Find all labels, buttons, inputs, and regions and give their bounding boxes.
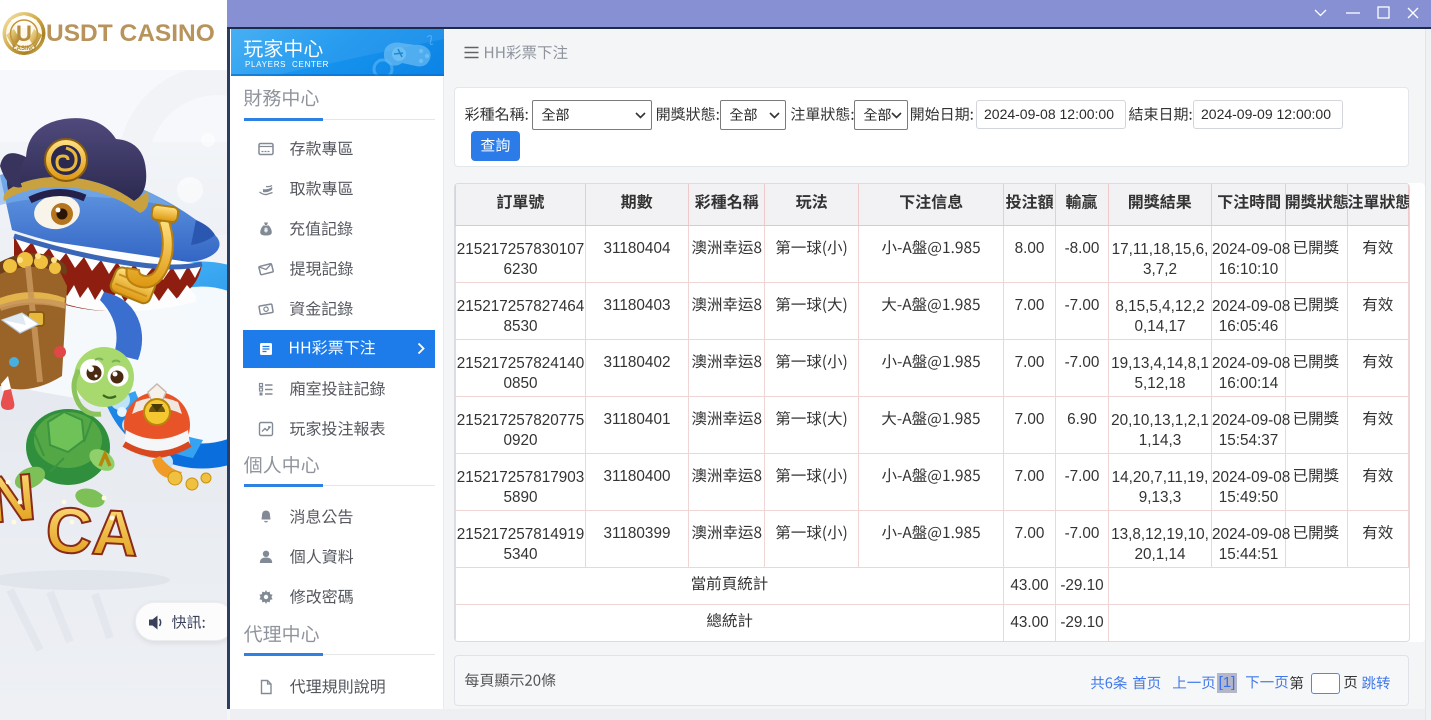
svg-text:CASINO: CASINO xyxy=(12,46,36,52)
svg-text:U: U xyxy=(16,21,32,46)
svg-text:CA: CA xyxy=(44,493,140,570)
svg-text:N: N xyxy=(0,459,39,537)
